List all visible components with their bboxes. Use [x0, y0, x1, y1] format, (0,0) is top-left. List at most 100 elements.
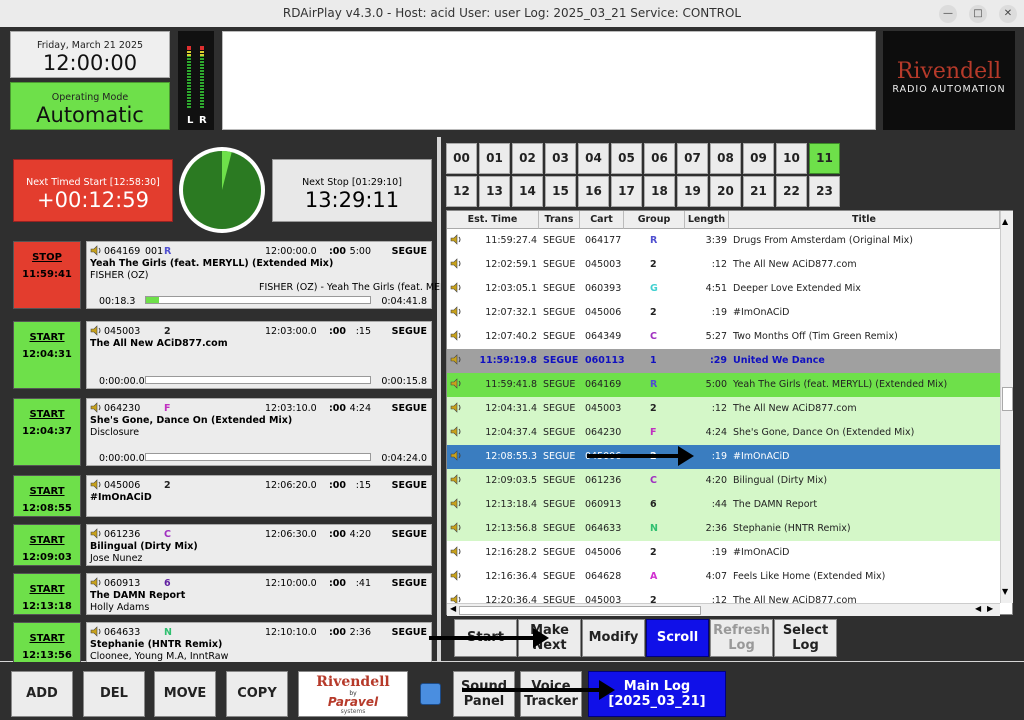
hour-button-13[interactable]: 13	[479, 176, 510, 207]
log-row[interactable]: 11:59:19.8 SEGUE 060113 1:29 United We Dance	[447, 349, 1000, 373]
speaker-icon	[450, 426, 462, 440]
cart-number: 045003	[104, 326, 141, 337]
log-row[interactable]: 12:07:40.2 SEGUE 064349 C 5:27 Two Months Off…	[447, 325, 1000, 349]
hour-button-15[interactable]: 15	[545, 176, 576, 207]
sound-panel-button[interactable]: Sound Panel	[453, 671, 515, 717]
cart-group: C	[164, 529, 171, 540]
hour-button-06[interactable]: 06	[644, 143, 675, 174]
log-row[interactable]: 12:16:28.2 SEGUE 045006 2:19 #ImOnACiD	[447, 541, 1000, 565]
row-length: :19	[711, 547, 727, 558]
copy-button[interactable]: COPY	[226, 671, 288, 717]
maximize-icon[interactable]: □	[969, 5, 987, 23]
log-row[interactable]: 12:13:56.8 SEGUE 064633 N 2:36 Stephanie (HNT…	[447, 517, 1000, 541]
select-log-button[interactable]: Select Log	[774, 619, 837, 657]
add-button[interactable]: ADD	[11, 671, 73, 717]
cart-start-button[interactable]: START 12:13:18	[13, 573, 81, 615]
hour-button-12[interactable]: 12	[446, 176, 477, 207]
hour-button-10[interactable]: 10	[776, 143, 807, 174]
hour-button-03[interactable]: 03	[545, 143, 576, 174]
row-group: 2	[650, 403, 657, 414]
log-row[interactable]: 12:20:36.4 SEGUE 045003 2:12 The All New ACi…	[447, 589, 1000, 603]
cart-start-button[interactable]: START 12:04:31	[13, 321, 81, 389]
speaker-icon	[450, 474, 462, 488]
log-row[interactable]: 12:02:59.1 SEGUE 045003 2:12 The All New ACi…	[447, 253, 1000, 277]
scroll-thumb[interactable]	[1002, 387, 1013, 411]
column-header[interactable]: Est. Time	[447, 211, 539, 229]
log-row[interactable]: 12:09:03.5 SEGUE 061236 C 4:20 Bilingual (Dir…	[447, 469, 1000, 493]
log-row[interactable]: 12:04:31.4 SEGUE 045003 2:12 The All New ACi…	[447, 397, 1000, 421]
vertical-scrollbar[interactable]: ▲ ▼	[1000, 211, 1013, 603]
cart-number: 045006	[104, 480, 141, 491]
cart-trans-time: :00	[329, 403, 347, 414]
log-row[interactable]: 12:13:18.4 SEGUE 060913 6:44 The DAMN Report	[447, 493, 1000, 517]
scroll-up-icon[interactable]: ▲	[1002, 217, 1008, 226]
hscroll-thumb[interactable]	[459, 606, 701, 615]
scroll-right-icon[interactable]: ▶	[987, 604, 993, 613]
cart-start-button[interactable]: START 12:08:55	[13, 475, 81, 517]
hour-button-07[interactable]: 07	[677, 143, 708, 174]
hour-button-01[interactable]: 01	[479, 143, 510, 174]
column-header[interactable]: Length	[685, 211, 729, 229]
hour-button-20[interactable]: 20	[710, 176, 741, 207]
scroll-button[interactable]: Scroll	[646, 619, 709, 657]
row-cart: 045003	[585, 403, 622, 414]
log-row[interactable]: 12:07:32.1 SEGUE 045006 2:19 #ImOnACiD	[447, 301, 1000, 325]
hour-button-00[interactable]: 00	[446, 143, 477, 174]
log-grid[interactable]: Est. Time Trans Cart Group Length Title 11:59…	[446, 210, 1013, 616]
hour-button-08[interactable]: 08	[710, 143, 741, 174]
log-row[interactable]: 12:08:55.3SEGUE0450062:19#ImOnACiD	[447, 445, 1000, 469]
cart-start-button[interactable]: START 12:13:56	[13, 622, 81, 664]
column-header[interactable]: Trans	[539, 211, 580, 229]
row-time: 12:04:37.4	[485, 427, 537, 438]
scroll-left-icon-2[interactable]: ◀	[975, 604, 981, 613]
cart-time: 12:10:10.0	[265, 627, 317, 638]
del-button[interactable]: DEL	[83, 671, 145, 717]
next-stop-label: Next Stop [01:29:10]	[302, 177, 402, 188]
hour-button-18[interactable]: 18	[644, 176, 675, 207]
column-header[interactable]: Group	[624, 211, 685, 229]
scroll-left-icon[interactable]: ◀	[450, 604, 456, 613]
move-button[interactable]: MOVE	[154, 671, 216, 717]
column-header[interactable]: Cart	[580, 211, 624, 229]
cart-trans: SEGUE	[391, 326, 427, 337]
hour-button-14[interactable]: 14	[512, 176, 543, 207]
voice-tracker-button[interactable]: Voice Tracker	[520, 671, 582, 717]
hour-button-11[interactable]: 11	[809, 143, 840, 174]
hour-button-23[interactable]: 23	[809, 176, 840, 207]
mode-button[interactable]: Operating Mode Automatic	[10, 82, 170, 130]
next-timed-value: +00:12:59	[37, 188, 149, 212]
log-row[interactable]: 12:03:05.1 SEGUE 060393 G 4:51 Deeper Love Ex…	[447, 277, 1000, 301]
hour-button-02[interactable]: 02	[512, 143, 543, 174]
column-header[interactable]: Title	[729, 211, 1000, 229]
cart-title: Yeah The Girls (feat. MERYLL) (Extended …	[90, 258, 334, 269]
row-length: :12	[711, 403, 727, 414]
hour-button-21[interactable]: 21	[743, 176, 774, 207]
trash-icon[interactable]	[420, 683, 441, 705]
cart-button-time: 11:59:41	[22, 269, 72, 280]
minimize-icon[interactable]: —	[939, 5, 957, 23]
hour-button-05[interactable]: 05	[611, 143, 642, 174]
log-row[interactable]: 12:04:37.4 SEGUE 064230 F 4:24 She's Gone, Da…	[447, 421, 1000, 445]
modify-button[interactable]: Modify	[582, 619, 645, 657]
cart-start-button[interactable]: STOP 11:59:41	[13, 241, 81, 309]
row-cart: 045003	[585, 259, 622, 270]
refresh-log-button[interactable]: Refresh Log	[710, 619, 773, 657]
cart-start-button[interactable]: START 12:04:37	[13, 398, 81, 466]
scroll-down-icon[interactable]: ▼	[1002, 587, 1008, 596]
horizontal-scrollbar[interactable]: ◀ ◀ ▶	[447, 603, 1000, 616]
hour-button-09[interactable]: 09	[743, 143, 774, 174]
cart-group: F	[164, 403, 171, 414]
log-row[interactable]: 11:59:41.8 SEGUE 064169 R 5:00 Yeah The Girls…	[447, 373, 1000, 397]
close-icon[interactable]: ✕	[999, 5, 1017, 23]
row-group: F	[650, 427, 657, 438]
cart-start-button[interactable]: START 12:09:03	[13, 524, 81, 566]
cart-group: R	[164, 246, 172, 257]
hour-button-04[interactable]: 04	[578, 143, 609, 174]
row-trans: SEGUE	[543, 403, 576, 414]
hour-button-19[interactable]: 19	[677, 176, 708, 207]
hour-button-16[interactable]: 16	[578, 176, 609, 207]
hour-button-22[interactable]: 22	[776, 176, 807, 207]
log-row[interactable]: 12:16:36.4 SEGUE 064628 A 4:07 Feels Like Hom…	[447, 565, 1000, 589]
log-row[interactable]: 11:59:27.4 SEGUE 064177 R 3:39 Drugs From Ams…	[447, 229, 1000, 253]
hour-button-17[interactable]: 17	[611, 176, 642, 207]
